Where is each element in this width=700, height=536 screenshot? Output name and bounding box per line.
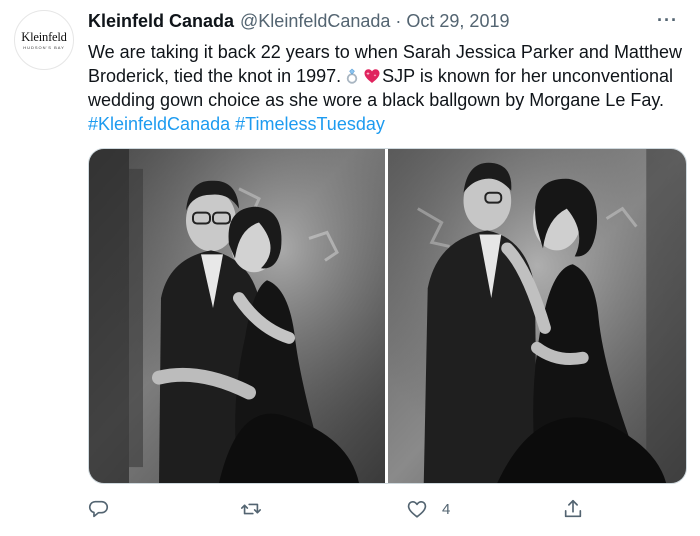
photo-2[interactable] [388,149,686,483]
retweet-button[interactable] [240,498,262,520]
retweet-icon [241,503,261,515]
avatar-logo-subtext: HUDSON'S BAY [23,44,65,50]
media-gallery [88,148,687,484]
share-icon [564,499,582,518]
avatar[interactable]: Kleinfeld HUDSON'S BAY [14,10,74,70]
reply-icon [88,500,108,518]
heart-icon [407,501,427,518]
user-handle[interactable]: @KleinfeldCanada [240,11,390,32]
photo-couple-facing-camera [89,149,385,483]
share-button[interactable] [562,498,584,520]
hashtag-link[interactable]: #TimelessTuesday [235,114,385,134]
avatar-logo-text: Kleinfeld [21,29,67,44]
tweet-text: We are taking it back 22 years to when S… [88,40,688,136]
photo-couple-facing-each-other [388,149,686,483]
tweet-header: Kleinfeld Canada @KleinfeldCanada · Oct … [88,11,660,35]
like-count: 4 [442,500,451,518]
header-separator: · [395,11,402,31]
more-options-icon[interactable]: ··· [657,10,678,31]
photo-1[interactable] [89,149,385,483]
hashtags: #KleinfeldCanada #TimelessTuesday [88,112,688,136]
reply-button[interactable] [88,498,110,520]
tweet-actions: 4 [88,492,688,528]
hashtag-link[interactable]: #KleinfeldCanada [88,114,230,134]
display-name[interactable]: Kleinfeld Canada [88,11,234,32]
tweet[interactable]: Kleinfeld HUDSON'S BAY Kleinfeld Canada … [0,0,700,536]
tweet-date[interactable]: Oct 29, 2019 [406,11,509,32]
like-button[interactable]: 4 [406,498,450,520]
ring-emoji-icon [346,68,358,84]
sparkling-heart-icon [364,69,380,83]
